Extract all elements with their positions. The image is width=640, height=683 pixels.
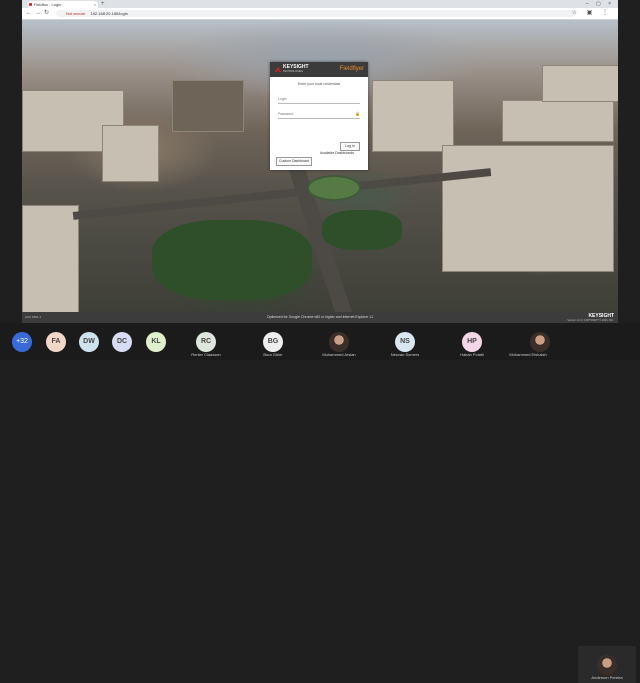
login-placeholder: Login (278, 97, 287, 101)
building-shape (372, 80, 454, 152)
custom-dashboard-button[interactable]: Custom Dashboard (276, 157, 312, 166)
browser-notice: Optimized for Google Chrome v80 or highe… (266, 315, 374, 319)
active-speaker-tile[interactable]: Anderson Pereira (578, 646, 636, 683)
participant-avatar[interactable]: NS (395, 332, 415, 352)
participant-avatar[interactable]: HP (462, 332, 482, 352)
participant-avatar[interactable]: FA (46, 332, 66, 352)
tab-title: Fieldfox - Login (34, 2, 62, 7)
participant-photo[interactable] (530, 332, 550, 352)
password-placeholder: Password (278, 112, 294, 116)
participant-name: Hakan Polatli (460, 352, 484, 357)
card-header: KEYSIGHT TECHNOLOGIES Fieldflyer (270, 62, 368, 77)
participant-photo (597, 655, 617, 675)
participant-name: Muhammed Elshaish (509, 352, 547, 357)
participant-name: Bora Güler (263, 352, 283, 357)
tab-strip: Fieldfox - Login × + – ▢ × (22, 0, 618, 8)
building-shape (542, 65, 618, 102)
login-field[interactable]: Login (278, 95, 360, 104)
reload-icon[interactable]: ↻ (44, 9, 49, 18)
browser-window: Fieldfox - Login × + – ▢ × ← → ↻ Not sec… (22, 0, 618, 323)
close-tab-icon[interactable]: × (94, 1, 96, 8)
participant-strip: +32 FA DW DC KL RC Renier Claassen BG Bo… (0, 323, 640, 683)
participant-name: Anderson Pereira (591, 675, 623, 680)
participant-name: Nesvan Somers (390, 352, 420, 357)
page-footer: AUX 6891.1 Optimized for Google Chrome v… (22, 312, 618, 323)
participant-name: Renier Claassen (191, 352, 221, 357)
available-dashboards-link[interactable]: Available Dashboards (320, 151, 354, 155)
building-shape (22, 205, 79, 312)
toolbar-icons[interactable]: ☆ ▣ ⋮ (572, 9, 612, 18)
address-bar[interactable]: Not secure 192.168.20.185/login (56, 10, 576, 17)
roundabout-shape (307, 175, 361, 201)
window-controls[interactable]: – ▢ × (586, 0, 614, 8)
login-prompt: Enter your local credentials (297, 82, 341, 86)
keysight-logo-icon (275, 67, 281, 72)
participant-avatar[interactable]: DW (79, 332, 99, 352)
participant-avatar[interactable]: BG (263, 332, 283, 352)
forward-icon[interactable]: → (35, 9, 41, 18)
favicon-icon (29, 3, 32, 6)
building-shape (102, 125, 159, 182)
security-indicator[interactable]: Not secure (66, 11, 85, 16)
back-icon[interactable]: ← (26, 9, 32, 18)
browser-tab[interactable]: Fieldfox - Login × (28, 1, 98, 8)
building-shape (442, 145, 614, 272)
brand-subtitle: TECHNOLOGIES (283, 70, 303, 73)
lock-icon: 🔒 (355, 111, 360, 116)
city-background: KEYSIGHT TECHNOLOGIES Fieldflyer Enter y… (22, 20, 618, 312)
park-shape (322, 210, 402, 250)
participant-avatar[interactable]: KL (146, 332, 166, 352)
browser-toolbar: ← → ↻ Not secure 192.168.20.185/login ☆ … (22, 8, 618, 20)
participant-name: Muhammed Arslan (322, 352, 356, 357)
more-participants-button[interactable]: +32 (12, 332, 32, 352)
building-shape (502, 100, 614, 142)
login-button[interactable]: Log in (340, 142, 360, 151)
new-tab-button[interactable]: + (101, 0, 105, 8)
park-shape (152, 220, 312, 300)
footer-copyright: Version 1.0.1 | COPYRIGHT © 2021, INC. (567, 319, 614, 322)
password-field[interactable]: Password 🔒 (278, 110, 360, 119)
participant-avatar[interactable]: RC (196, 332, 216, 352)
url-text: 192.168.20.185/login (90, 11, 128, 16)
product-name: Fieldflyer (339, 66, 364, 72)
participant-avatar[interactable]: DC (112, 332, 132, 352)
participant-photo[interactable] (329, 332, 349, 352)
building-shape (172, 80, 244, 132)
login-card: KEYSIGHT TECHNOLOGIES Fieldflyer Enter y… (270, 62, 368, 170)
